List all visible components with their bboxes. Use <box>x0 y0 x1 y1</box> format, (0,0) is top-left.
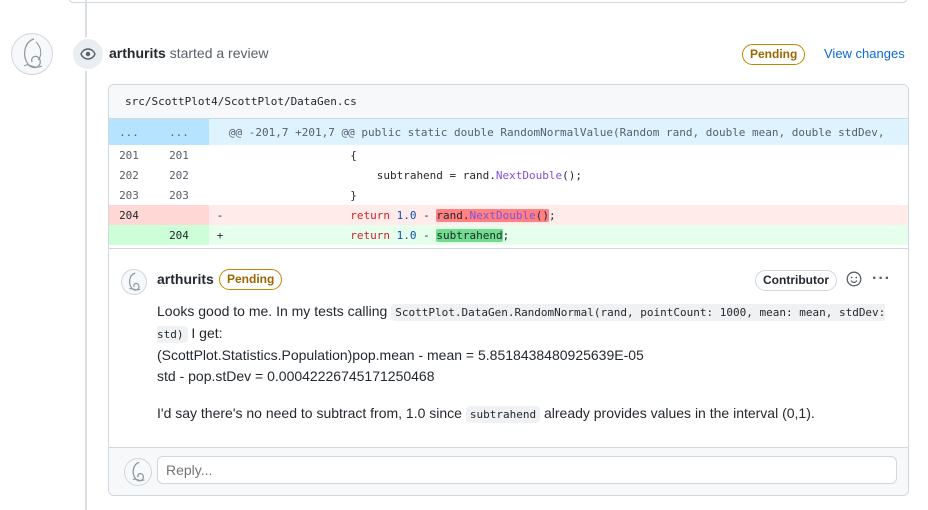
avatar[interactable] <box>121 269 147 295</box>
comment-text: std - pop.stDev = 0.00042226745171250468 <box>157 368 435 384</box>
diff-row: 201 201 { <box>109 145 908 165</box>
old-line-number[interactable]: 203 <box>109 185 149 205</box>
new-line-number[interactable]: 202 <box>149 165 209 185</box>
old-line-number[interactable]: 204 <box>109 205 149 225</box>
review-author[interactable]: arthurits <box>109 45 166 61</box>
diff-row: 203 203 } <box>109 185 908 205</box>
previous-timeline-box <box>68 0 908 3</box>
avatar[interactable] <box>11 33 53 75</box>
diff-marker: - <box>209 205 231 225</box>
new-line-number[interactable]: 201 <box>149 145 209 165</box>
comment-text: already provides values in the interval … <box>540 405 815 421</box>
code-text: return 1.0 - subtrahend; <box>350 228 510 242</box>
kebab-horizontal-icon[interactable]: ··· <box>872 271 891 287</box>
new-line-number[interactable] <box>149 205 209 225</box>
eye-icon <box>80 48 96 60</box>
added-row: 204 + return 1.0 - subtrahend; <box>109 225 908 245</box>
new-line-number[interactable]: 203 <box>149 185 209 205</box>
code-line: { <box>231 145 908 165</box>
old-line-number[interactable]: 202 <box>109 165 149 185</box>
add-reaction-button[interactable] <box>846 271 862 290</box>
new-line-number[interactable]: 204 <box>149 225 209 245</box>
reply-row <box>109 447 908 495</box>
code-text: subtrahend = rand.NextDouble(); <box>376 168 583 182</box>
comment-author[interactable]: arthurits <box>157 271 214 287</box>
review-comment: arthurits Pending Contributor ··· Looks … <box>109 248 908 447</box>
diff-marker <box>209 185 231 205</box>
hunk-expand-old[interactable]: ... <box>109 119 149 145</box>
code-line: return 1.0 - rand.NextDouble(); <box>231 205 908 225</box>
old-line-number[interactable]: 201 <box>109 145 149 165</box>
comment-text: (ScottPlot.Statistics.Population)pop.mea… <box>157 347 644 363</box>
review-action: started a review <box>169 45 269 61</box>
code-text: } <box>350 188 357 202</box>
code-text: { <box>350 148 357 162</box>
comment-text: I'd say there's no need to subtract from… <box>157 405 466 421</box>
code-line: return 1.0 - subtrahend; <box>231 225 908 245</box>
contributor-badge: Contributor <box>755 270 837 291</box>
diff-marker <box>209 165 231 185</box>
diff-marker <box>209 145 231 165</box>
diff-marker: + <box>209 225 231 245</box>
diff-table: ... ... @@ -201,7 +201,7 @@ public stati… <box>109 119 908 245</box>
timeline-line <box>85 0 87 510</box>
hunk-row: ... ... @@ -201,7 +201,7 @@ public stati… <box>109 119 908 145</box>
old-line-number[interactable] <box>109 225 149 245</box>
review-file-card: src/ScottPlot4/ScottPlot/DataGen.cs ... … <box>108 84 909 496</box>
diff-row: 202 202 subtrahend = rand.NextDouble(); <box>109 165 908 185</box>
deleted-row: 204 - return 1.0 - rand.NextDouble(); <box>109 205 908 225</box>
reply-input[interactable] <box>157 456 897 484</box>
pending-badge: Pending <box>742 44 806 65</box>
comment-body: Looks good to me. In my tests calling Sc… <box>157 301 892 425</box>
review-header: arthurits started a review <box>109 45 269 61</box>
hunk-header: @@ -201,7 +201,7 @@ public static double… <box>209 119 908 145</box>
view-changes-link[interactable]: View changes <box>824 46 905 61</box>
smiley-icon <box>846 271 862 287</box>
hunk-expand-new[interactable]: ... <box>149 119 209 145</box>
code-line: subtrahend = rand.NextDouble(); <box>231 165 908 185</box>
code-text: return 1.0 - rand.NextDouble(); <box>350 208 556 222</box>
comment-paragraph: Looks good to me. In my tests calling Sc… <box>157 301 892 387</box>
comment-text: Looks good to me. In my tests calling <box>157 303 392 319</box>
avatar-sketch-image <box>128 272 141 291</box>
comment-text: I get: <box>187 325 223 341</box>
code-line: } <box>231 185 908 205</box>
avatar-sketch-image <box>23 38 43 69</box>
inline-code: subtrahend <box>465 406 541 423</box>
file-path[interactable]: src/ScottPlot4/ScottPlot/DataGen.cs <box>109 85 908 119</box>
comment-paragraph: I'd say there's no need to subtract from… <box>157 403 892 425</box>
avatar-sketch-image <box>132 461 145 482</box>
hunk-header-text: @@ -201,7 +201,7 @@ public static double… <box>228 125 885 139</box>
pending-badge: Pending <box>219 269 283 290</box>
avatar <box>124 458 152 486</box>
review-event-badge <box>71 37 105 71</box>
